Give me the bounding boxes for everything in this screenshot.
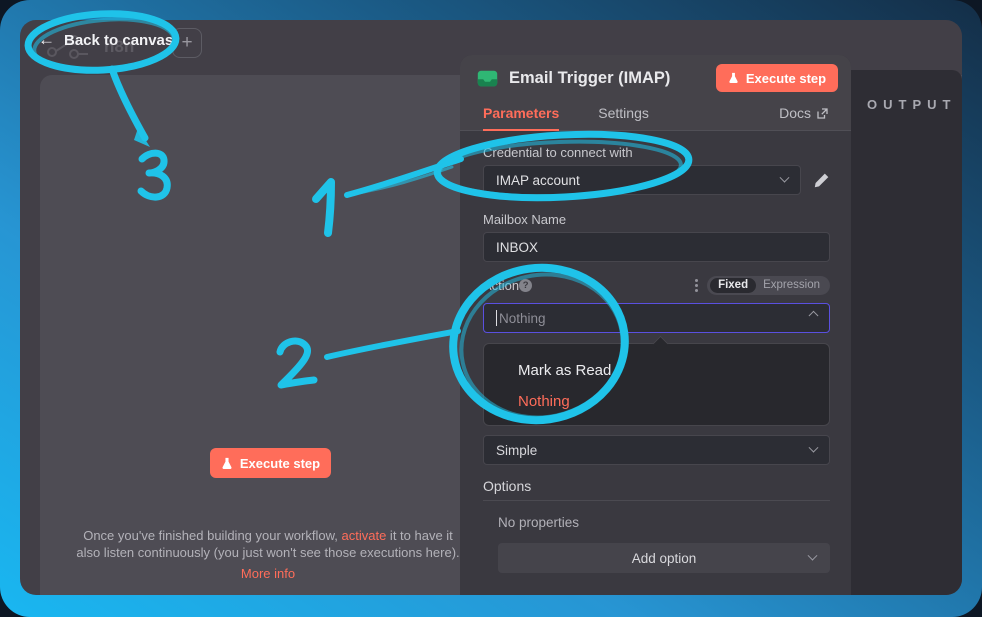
chevron-down-icon xyxy=(809,442,819,452)
execute-step-button-canvas[interactable]: Execute step xyxy=(210,448,331,478)
back-to-canvas-button[interactable]: ← Back to canvas xyxy=(38,30,173,50)
canvas-footer-note: Once you've finished building your workf… xyxy=(58,527,478,582)
fixed-expression-toggle[interactable]: Fixed Expression xyxy=(707,276,830,295)
options-section-header: Options xyxy=(483,478,830,501)
action-label: Action xyxy=(483,278,519,293)
mailbox-input[interactable]: INBOX xyxy=(483,232,830,262)
execute-step-label: Execute step xyxy=(746,71,826,86)
footer-text: also listen continuously (you just won't… xyxy=(76,545,459,560)
app-window: n8n ← Back to canvas + Execute step Once… xyxy=(20,20,962,595)
format-value: Simple xyxy=(496,443,537,458)
dropdown-option-mark-as-read[interactable]: Mark as Read xyxy=(484,355,829,386)
docs-label: Docs xyxy=(779,105,811,121)
more-options-icon[interactable] xyxy=(695,284,698,287)
credential-value: IMAP account xyxy=(496,173,580,188)
back-label: Back to canvas xyxy=(64,32,173,49)
add-option-button[interactable]: Add option xyxy=(498,543,830,573)
flask-icon xyxy=(221,457,233,470)
action-value: Nothing xyxy=(499,311,546,326)
add-option-label: Add option xyxy=(632,551,697,566)
no-properties-text: No properties xyxy=(498,515,830,530)
output-panel-title: OUTPUT xyxy=(867,97,956,112)
credential-label: Credential to connect with xyxy=(483,145,830,160)
help-icon[interactable]: ? xyxy=(519,279,532,292)
action-dropdown-popup: Mark as Read Nothing xyxy=(483,343,830,426)
tab-parameters[interactable]: Parameters xyxy=(483,96,559,130)
mailbox-label: Mailbox Name xyxy=(483,212,830,227)
footer-text: Once you've finished building your workf… xyxy=(83,528,341,543)
panel-header: Email Trigger (IMAP) Execute step Parame… xyxy=(460,55,851,131)
external-link-icon xyxy=(817,108,828,119)
action-select[interactable]: Nothing xyxy=(483,303,830,333)
format-select[interactable]: Simple xyxy=(483,435,830,465)
email-imap-icon xyxy=(477,70,498,87)
mailbox-value: INBOX xyxy=(496,240,538,255)
flask-icon xyxy=(728,72,739,84)
parameters-panel: Credential to connect with IMAP account … xyxy=(460,131,851,573)
chevron-down-icon xyxy=(780,172,790,182)
credential-select[interactable]: IMAP account xyxy=(483,165,801,195)
output-panel: OUTPUT xyxy=(851,70,962,595)
more-info-link[interactable]: More info xyxy=(58,565,478,582)
execute-step-button-panel[interactable]: Execute step xyxy=(716,64,838,92)
chevron-down-icon xyxy=(808,551,818,561)
toggle-expression[interactable]: Expression xyxy=(760,278,827,293)
edit-credential-button[interactable] xyxy=(813,172,830,189)
tab-settings[interactable]: Settings xyxy=(598,96,649,130)
back-arrow-icon: ← xyxy=(38,30,55,50)
node-title: Email Trigger (IMAP) xyxy=(509,69,716,88)
chevron-up-icon xyxy=(809,310,819,320)
toggle-fixed[interactable]: Fixed xyxy=(710,278,756,293)
add-node-button[interactable]: + xyxy=(172,28,202,58)
pencil-icon xyxy=(813,172,830,189)
node-details-panel: Email Trigger (IMAP) Execute step Parame… xyxy=(460,55,851,595)
execute-step-label: Execute step xyxy=(240,456,320,471)
activate-link[interactable]: activate xyxy=(342,528,387,543)
docs-link[interactable]: Docs xyxy=(779,105,828,121)
text-cursor xyxy=(496,310,497,326)
dropdown-option-nothing[interactable]: Nothing xyxy=(484,386,829,417)
gradient-frame: n8n ← Back to canvas + Execute step Once… xyxy=(0,0,982,617)
footer-text: it to have it xyxy=(386,528,452,543)
